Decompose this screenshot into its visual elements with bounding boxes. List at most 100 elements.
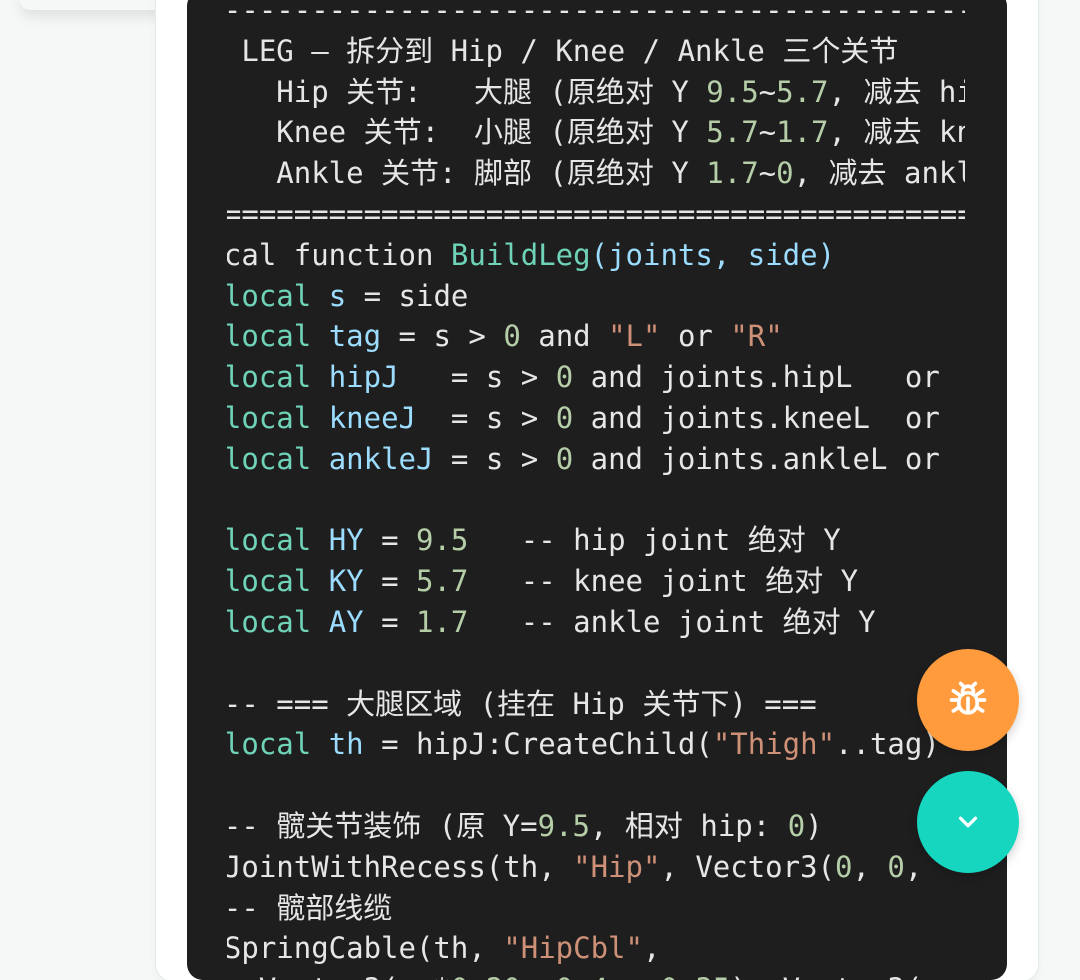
code-token: local [227, 360, 312, 395]
code-token: -- Knee 关节: 小腿 (原绝对 Y [227, 115, 707, 150]
code-token: 5.7 [706, 115, 759, 150]
code-token: kneeJ [328, 400, 417, 435]
code-token: and joints.kneeL or [573, 400, 940, 435]
code-line: ​ [227, 643, 965, 684]
code-token: ----------------------------------------… [227, 0, 965, 27]
code-token: 0.35 [660, 972, 730, 980]
code-token: 0 [503, 319, 521, 354]
code-token: , Vector3( [660, 849, 836, 884]
code-token: 5.7 [776, 74, 829, 109]
code-token: ..tag) [835, 727, 940, 762]
code-token: 0 [787, 808, 806, 843]
code-token: ~ [758, 156, 777, 191]
code-token: -- ankle joint 绝对 Y [468, 604, 876, 639]
code-token: 0 [887, 849, 905, 884]
code-token: , [521, 972, 556, 980]
code-line: -- LEG — 拆分到 Hip / Knee / Ankle 三个关节 [227, 31, 965, 72]
code-token: ) [805, 808, 823, 843]
code-token: 9.5 [706, 74, 759, 109]
code-token: 0 [835, 849, 853, 884]
code-token: ~ [758, 115, 777, 150]
code-line: local hipJ = s > 0 and joints.hipL or [227, 357, 965, 398]
code-token: -- === 大腿区域 (挂在 Hip 关节下) === [227, 686, 817, 721]
code-token: , 减去 hip [828, 74, 965, 109]
code-line: ​ [227, 480, 965, 521]
code-token: , [852, 849, 888, 884]
code-token: ( [590, 237, 609, 272]
code-token: , [642, 931, 661, 966]
code-token: = hipJ:CreateChild( [363, 727, 713, 762]
code-line: local KY = 5.7 -- knee joint 绝对 Y [227, 561, 965, 602]
code-token: -- Ankle 关节: 脚部 (原绝对 Y [227, 156, 707, 191]
code-line: local s = side [227, 276, 965, 317]
code-viewport[interactable]: ----------------------------------------… [227, 0, 965, 980]
code-token: = [363, 564, 417, 599]
code-token: and [520, 319, 609, 354]
code-line: -- 髋部线缆 [227, 888, 965, 929]
code-token: = s > [416, 400, 556, 435]
code-token: local [227, 319, 312, 354]
code-token: or [660, 319, 731, 354]
code-line: local HY = 9.5 -- hip joint 绝对 Y [227, 520, 965, 561]
code-line: local AY = 1.7 -- ankle joint 绝对 Y [227, 602, 965, 643]
code-token: local [227, 727, 312, 762]
page: ----------------------------------------… [0, 0, 1080, 980]
code-line: -- Ankle 关节: 脚部 (原绝对 Y 1.7~0, 减去 ankle [227, 153, 965, 194]
code-token: local [227, 278, 312, 313]
code-token: s [328, 278, 347, 313]
code-token: local [227, 400, 312, 435]
code-token: local function [227, 237, 434, 272]
code-token: Vector3(-s* [227, 972, 451, 980]
code-line: ----------------------------------------… [227, 0, 965, 31]
code-token: "R" [730, 319, 783, 354]
code-token: 9.5 [537, 808, 590, 843]
scroll-to-bottom-button[interactable] [917, 771, 1019, 873]
code-token: hipJ [328, 360, 399, 395]
code-line: local th = hipJ:CreateChild("Thigh"..tag… [227, 724, 965, 765]
code-token: , 相对 hip: [590, 808, 788, 843]
code-token: and joints.hipL or [573, 360, 940, 395]
report-bug-button[interactable] [917, 649, 1019, 751]
chevron-down-icon [958, 816, 978, 828]
code-token: local [227, 523, 312, 558]
code-token: , 减去 ankle [793, 156, 965, 191]
code-token: 9.5 [416, 523, 469, 558]
code-token: HY [328, 523, 364, 558]
code-token: -- 髋部线缆 [227, 890, 393, 925]
code-token: -- Hip 关节: 大腿 (原绝对 Y [227, 74, 707, 109]
code-token: AY [328, 604, 364, 639]
code-block[interactable]: ----------------------------------------… [187, 0, 1007, 980]
code-line: local function BuildLeg(joints, side) [227, 235, 965, 276]
code-line: Vector3(-s*0.20, 0.4, -0.35), Vector3( [227, 969, 965, 980]
bug-icon [949, 681, 987, 715]
code-token: 1.7 [416, 604, 469, 639]
code-token: = s > [381, 319, 504, 354]
code-token: ankleJ [328, 441, 434, 476]
code-token: "L" [608, 319, 661, 354]
code-token: , - [608, 972, 660, 980]
code-token: 1.7 [706, 156, 759, 191]
code-line: local kneeJ = s > 0 and joints.kneeL or [227, 398, 965, 439]
code-token: 5.7 [416, 564, 469, 599]
code-token: "HipCbl" [503, 931, 643, 966]
code-line: ========================================… [227, 194, 965, 235]
code-token: = [363, 604, 417, 639]
code-token: = side [346, 278, 469, 313]
code-token: = s > [433, 441, 556, 476]
code-token: ========================================… [227, 196, 965, 231]
code-token: BuildLeg [450, 237, 591, 272]
code-token: 1.7 [776, 115, 829, 150]
code-token: "Thigh" [712, 727, 836, 762]
code-token: and joints.ankleL or [573, 441, 940, 476]
code-token: "Hip" [573, 849, 661, 884]
code-token: 0 [555, 360, 574, 395]
code-token: ), Vector3( [730, 972, 922, 980]
code-token: -- hip joint 绝对 Y [468, 523, 841, 558]
code-token: , 减去 knee [828, 115, 965, 150]
code-token: SpringCable(th, [227, 931, 486, 966]
code-token: th [328, 727, 364, 762]
